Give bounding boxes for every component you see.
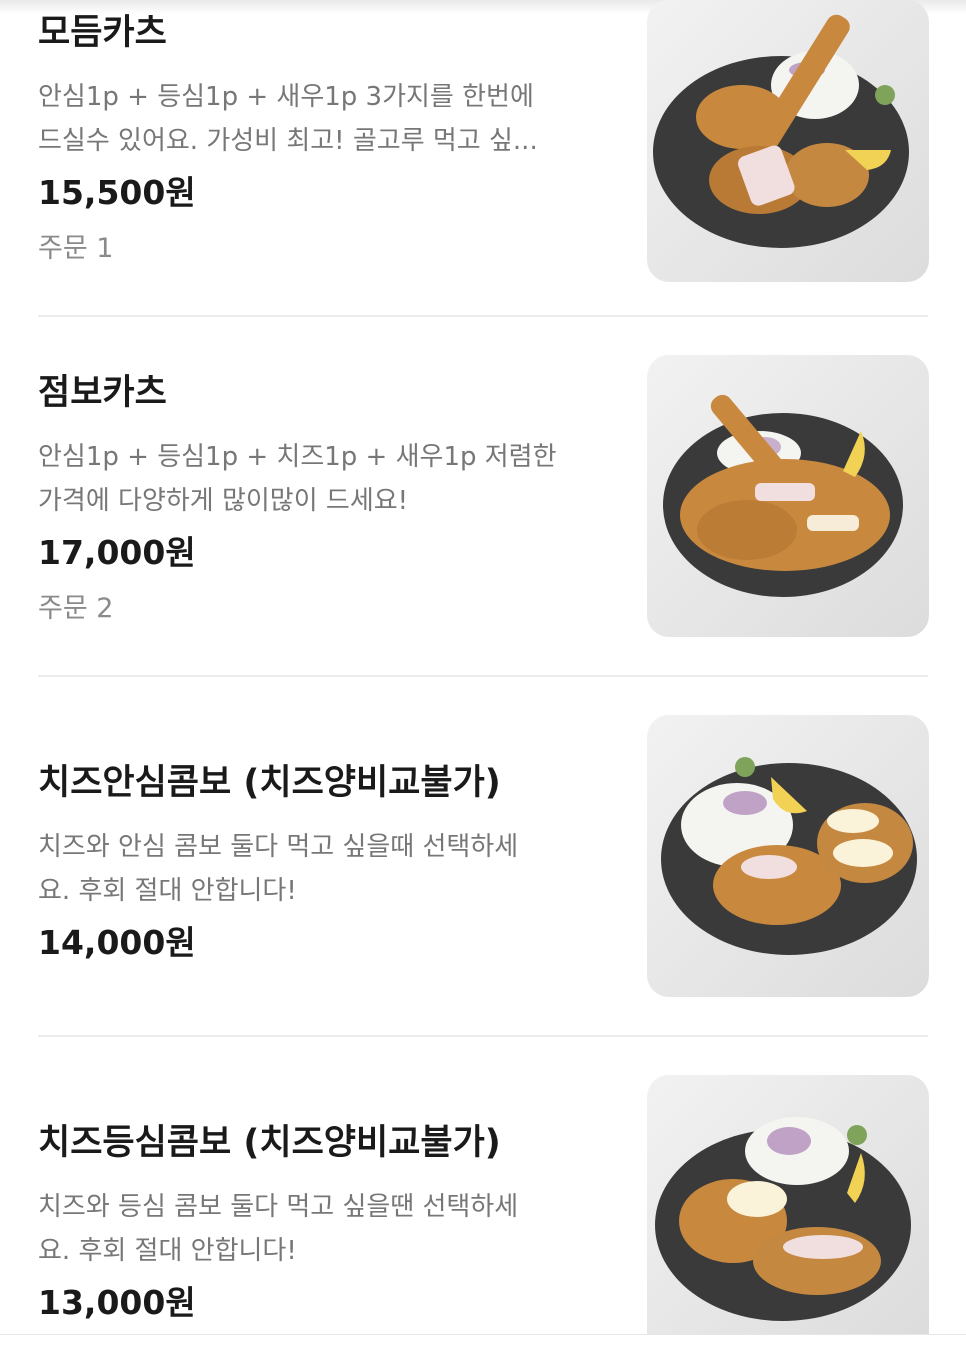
menu-item-price: 15,500원 [38,173,196,212]
menu-item-jumbo-katsu[interactable]: 점보카츠 안심1p + 등심1p + 치즈1p + 새우1p 저렴한 가격에 다… [38,355,929,645]
divider [38,315,928,317]
divider [38,675,928,677]
divider [38,1035,928,1037]
menu-item-price: 13,000원 [38,1283,196,1322]
menu-item-name: 모듬카츠 [38,13,167,53]
menu-list: 모듬카츠 안심1p + 등심1p + 새우1p 3가지를 한번에 드실수 있어요… [0,0,966,1352]
menu-item-order-count: 주문 2 [38,593,114,624]
menu-item-order-count: 주문 1 [38,233,114,264]
menu-item-name: 점보카츠 [38,373,167,413]
menu-item-description: 안심1p + 등심1p + 치즈1p + 새우1p 저렴한 가격에 다양하게 많… [38,442,557,516]
menu-item-name: 치즈등심콤보 (치즈양비교불가) [38,1123,501,1163]
menu-item-cheese-tenderloin-combo[interactable]: 치즈안심콤보 (치즈양비교불가) 치즈와 안심 콤보 둘다 먹고 싶을때 선택하… [38,715,929,1005]
menu-item-name: 치즈안심콤보 (치즈양비교불가) [38,763,501,803]
menu-item-description: 치즈와 안심 콤보 둘다 먹고 싶을때 선택하세 요. 후회 절대 안합니다! [38,832,519,906]
menu-item-description: 치즈와 등심 콤보 둘다 먹고 싶을땐 선택하세 요. 후회 절대 안합니다! [38,1192,519,1266]
menu-item-photo[interactable] [647,355,929,637]
menu-item-modeum-katsu[interactable]: 모듬카츠 안심1p + 등심1p + 새우1p 3가지를 한번에 드실수 있어요… [38,0,929,285]
menu-item-price: 14,000원 [38,923,196,962]
menu-item-photo[interactable] [647,715,929,997]
menu-item-description: 안심1p + 등심1p + 새우1p 3가지를 한번에 드실수 있어요. 가성비… [38,82,538,156]
menu-item-photo[interactable] [647,1075,929,1334]
menu-item-cheese-sirloin-combo[interactable]: 치즈등심콤보 (치즈양비교불가) 치즈와 등심 콤보 둘다 먹고 싶을땐 선택하… [38,1075,929,1365]
menu-item-photo[interactable] [647,0,929,282]
bottom-edge [0,1334,966,1353]
menu-item-price: 17,000원 [38,533,196,572]
